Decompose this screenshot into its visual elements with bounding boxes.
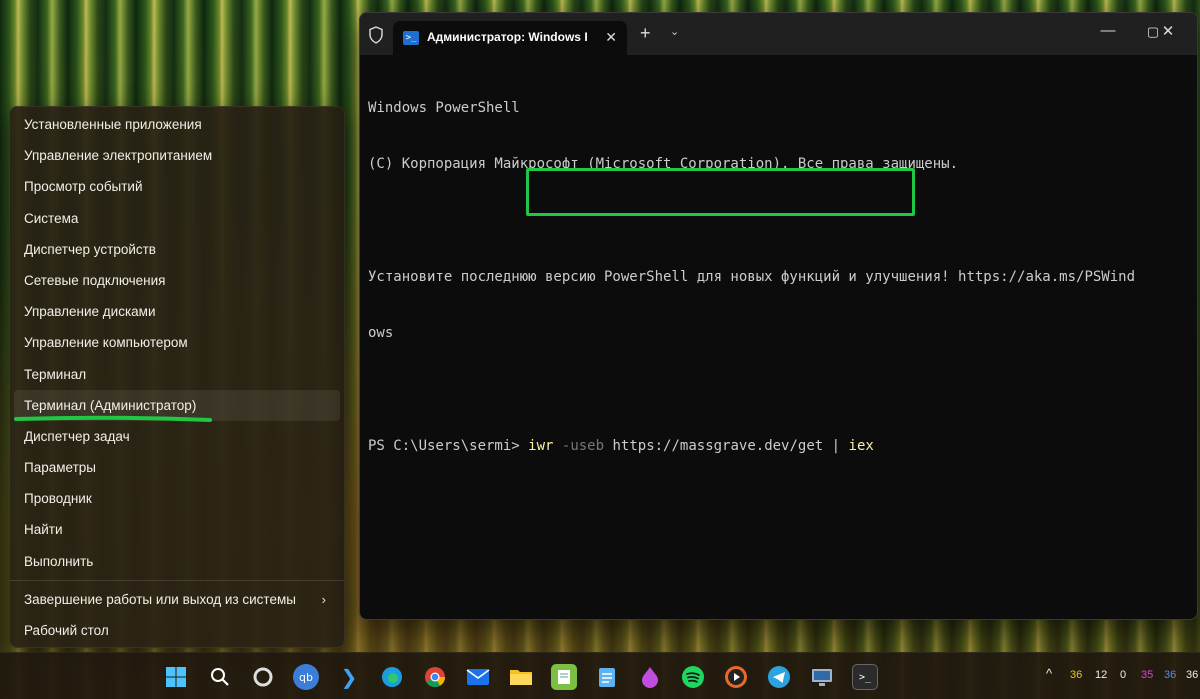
console-line: Windows PowerShell: [368, 99, 520, 116]
copilot-icon[interactable]: [250, 664, 276, 690]
tab-powershell-admin[interactable]: >_ Администратор: Windows PowerShell ✕: [393, 21, 627, 55]
prompt-text: PS C:\Users\sermi>: [368, 437, 520, 454]
menu-separator: [10, 579, 344, 581]
taskbar: qb ❯ >_ ^ 36 12 0 35 36 36: [0, 652, 1200, 699]
chevron-right-icon: ›: [321, 591, 326, 607]
menu-item-system[interactable]: Система: [14, 203, 340, 234]
chrome-icon[interactable]: [422, 664, 448, 690]
menu-item-settings[interactable]: Параметры: [14, 452, 340, 483]
windows-start-icon[interactable]: [163, 664, 189, 690]
green-underline-annotation: [14, 415, 212, 422]
menu-item-run[interactable]: Выполнить: [14, 546, 340, 577]
new-tab-button[interactable]: +: [640, 23, 651, 44]
green-highlight-box-annotation: [526, 168, 915, 216]
media-player-icon[interactable]: [723, 664, 749, 690]
cmd-pipe-target: iex: [848, 437, 874, 454]
menu-item-shutdown-label: Завершение работы или выход из системы: [24, 591, 296, 607]
notepad-plus-icon[interactable]: [551, 664, 577, 690]
tab-title: Администратор: Windows PowerShell: [427, 30, 587, 44]
shield-icon: [369, 26, 383, 44]
console-line: ows: [368, 325, 394, 342]
telegram-icon[interactable]: [766, 664, 792, 690]
menu-item-desktop[interactable]: Рабочий стол: [14, 615, 340, 646]
menu-item-power-options[interactable]: Управление электропитанием: [14, 140, 340, 171]
terminal-window: >_ Администратор: Windows PowerShell ✕ +…: [359, 12, 1198, 620]
menu-item-terminal[interactable]: Терминал: [14, 359, 340, 390]
tray-indicator-6[interactable]: 36: [1186, 669, 1198, 681]
menu-item-network-connections[interactable]: Сетевые подключения: [14, 265, 340, 296]
tray-indicator-2[interactable]: 12: [1095, 669, 1107, 681]
spotify-icon[interactable]: [680, 664, 706, 690]
file-explorer-icon[interactable]: [508, 664, 534, 690]
qbittorrent-icon[interactable]: qb: [293, 664, 319, 690]
chevron-down-icon[interactable]: ⌄: [670, 25, 679, 38]
tray-indicator-5[interactable]: 36: [1164, 669, 1176, 681]
mail-icon[interactable]: [465, 664, 491, 690]
cmd-url: https://massgrave.dev/get: [612, 437, 824, 454]
menu-item-disk-management[interactable]: Управление дисками: [14, 296, 340, 327]
notepad-icon[interactable]: [594, 664, 620, 690]
powershell-icon: >_: [403, 31, 419, 45]
cmd-pipe: |: [831, 437, 841, 454]
menu-item-file-explorer[interactable]: Проводник: [14, 483, 340, 514]
minimize-button[interactable]: —: [1093, 22, 1123, 39]
menu-item-event-viewer[interactable]: Просмотр событий: [14, 171, 340, 202]
menu-item-device-manager[interactable]: Диспетчер устройств: [14, 234, 340, 265]
winx-menu: Установленные приложения Управление элек…: [9, 106, 345, 648]
edge-icon[interactable]: [379, 664, 405, 690]
remote-desktop-icon[interactable]: [809, 664, 835, 690]
search-icon[interactable]: [207, 664, 233, 690]
terminal-icon[interactable]: >_: [852, 664, 878, 690]
teams-icon[interactable]: [637, 664, 663, 690]
menu-item-shutdown[interactable]: Завершение работы или выход из системы ›: [14, 584, 340, 615]
menu-item-computer-management[interactable]: Управление компьютером: [14, 327, 340, 358]
close-tab-icon[interactable]: ✕: [605, 29, 617, 46]
console-line: Установите последнюю версию PowerShell д…: [368, 268, 1136, 285]
tray-overflow-chevron-icon[interactable]: ^: [1046, 666, 1052, 681]
tray-indicator-3[interactable]: 0: [1120, 669, 1126, 681]
cmd-parameter: -useb: [561, 437, 605, 454]
cmd-keyword: iwr: [528, 437, 554, 454]
close-button[interactable]: ✕: [1153, 22, 1183, 40]
console-output[interactable]: Windows PowerShell (C) Корпорация Майкро…: [368, 61, 1188, 493]
menu-item-installed-apps[interactable]: Установленные приложения: [14, 109, 340, 140]
prompt-line[interactable]: PS C:\Users\sermi> iwr -useb https://mas…: [368, 437, 1188, 456]
tray-indicator-1[interactable]: 36: [1070, 669, 1082, 681]
vscode-icon[interactable]: ❯: [336, 664, 362, 690]
tray-indicator-4[interactable]: 35: [1141, 669, 1153, 681]
menu-item-task-manager[interactable]: Диспетчер задач: [14, 421, 340, 452]
menu-item-search[interactable]: Найти: [14, 514, 340, 545]
terminal-titlebar[interactable]: >_ Администратор: Windows PowerShell ✕ +…: [360, 13, 1197, 55]
